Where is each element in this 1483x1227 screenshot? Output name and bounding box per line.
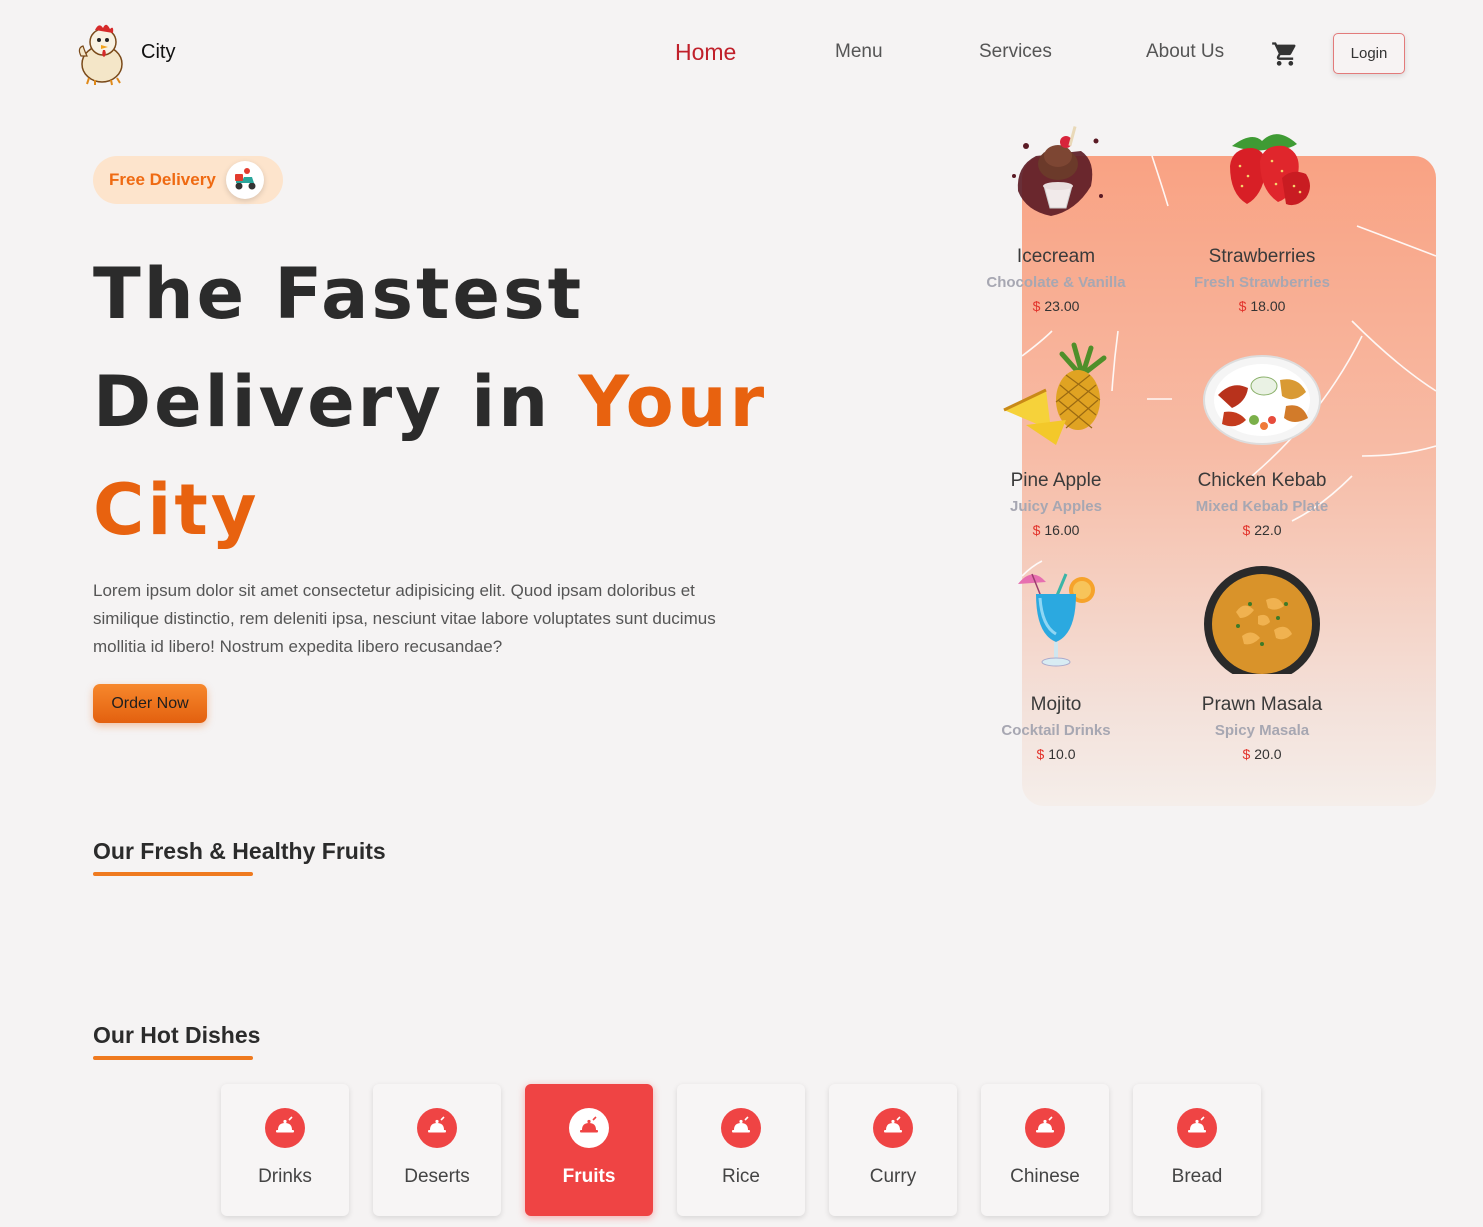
dish-icon [569,1108,609,1148]
currency-symbol: $ [1238,298,1247,314]
category-label: Drinks [258,1166,312,1187]
category-rice[interactable]: Rice [677,1084,805,1216]
delivery-scooter-icon [226,161,264,199]
hot-dishes-section-title: Our Hot Dishes [93,1022,261,1048]
category-fruits[interactable]: Fruits [525,1084,653,1216]
nav-menu[interactable]: Menu [835,41,883,63]
cocktail-icon [996,564,1116,674]
price-value: 20.0 [1254,746,1282,762]
category-label: Rice [721,1166,760,1187]
currency-symbol: $ [1032,522,1041,538]
dish-icon [1177,1108,1217,1148]
dish-icon [417,1108,457,1148]
currency-symbol: $ [1242,522,1251,538]
menu-card-name: Prawn Masala [1201,694,1323,715]
section-underline [93,872,253,876]
category-label: Bread [1171,1166,1223,1187]
price-value: 22.0 [1254,522,1282,538]
order-now-button[interactable]: Order Now [93,684,207,723]
menu-card-subtitle: Mixed Kebab Plate [1195,498,1329,515]
hero-title-accent-city: City [93,469,260,551]
menu-card-name: Pine Apple [1010,470,1102,491]
menu-card-subtitle: Chocolate & Vanilla [986,274,1126,291]
login-button[interactable]: Login [1333,33,1405,74]
menu-card-price: $22.0 [1162,522,1362,538]
menu-card-chicken-kebab[interactable]: Chicken Kebab Mixed Kebab Plate $22.0 [1162,340,1362,552]
menu-card-price: $10.0 [956,746,1156,762]
price-value: 16.00 [1044,522,1080,538]
menu-card-pine-apple[interactable]: Pine Apple Juicy Apples $16.00 [956,340,1156,552]
dish-icon [721,1108,761,1148]
fruits-section-title: Our Fresh & Healthy Fruits [93,838,386,864]
brand-name[interactable]: City [141,41,175,64]
cart-icon[interactable] [1271,40,1299,68]
menu-card-name: Chicken Kebab [1197,470,1327,491]
dish-icon [265,1108,305,1148]
pineapple-icon [996,340,1116,450]
category-curry[interactable]: Curry [829,1084,957,1216]
free-delivery-badge: Free Delivery [93,156,283,204]
category-label: Deserts [404,1166,470,1187]
menu-card-subtitle: Spicy Masala [1214,722,1310,739]
category-chinese[interactable]: Chinese [981,1084,1109,1216]
menu-card-name: Icecream [1016,246,1096,267]
strawberry-icon [1202,116,1322,226]
menu-card-price: $23.00 [956,298,1156,314]
currency-symbol: $ [1032,298,1041,314]
category-label: Chinese [1010,1166,1080,1187]
rooster-mascot-icon[interactable] [75,20,129,86]
menu-card-name: Mojito [1030,694,1082,715]
dish-icon [1025,1108,1065,1148]
currency-symbol: $ [1036,746,1045,762]
currency-symbol: $ [1242,746,1251,762]
menu-card-price: $20.0 [1162,746,1362,762]
category-drinks[interactable]: Drinks [221,1084,349,1216]
hero-title-accent-your: Your [578,361,768,443]
category-deserts[interactable]: Deserts [373,1084,501,1216]
hero-description: Lorem ipsum dolor sit amet consectetur a… [93,581,716,656]
menu-card-subtitle: Cocktail Drinks [1001,722,1111,739]
menu-card-name: Strawberries [1208,246,1316,267]
menu-card-icecream[interactable]: Icecream Chocolate & Vanilla $23.00 [956,116,1156,328]
menu-card-strawberries[interactable]: Strawberries Fresh Strawberries $18.00 [1162,116,1362,328]
price-value: 23.00 [1044,298,1080,314]
section-underline [93,1056,253,1060]
menu-card-subtitle: Juicy Apples [1010,498,1102,515]
nav-home[interactable]: Home [675,39,736,66]
site-header: City Home Menu Services About Us Login [0,0,1483,108]
kebab-plate-icon [1202,340,1322,450]
nav-services[interactable]: Services [979,41,1052,63]
price-value: 10.0 [1048,746,1076,762]
category-label: Curry [869,1166,917,1187]
menu-card-prawn-masala[interactable]: Prawn Masala Spicy Masala $20.0 [1162,564,1362,776]
hero-title: The Fastest Delivery in Your City [93,240,793,564]
menu-card-mojito[interactable]: Mojito Cocktail Drinks $10.0 [956,564,1156,776]
nav-about-us[interactable]: About Us [1146,41,1224,63]
free-delivery-label: Free Delivery [109,170,216,189]
price-value: 18.00 [1250,298,1286,314]
category-bread[interactable]: Bread [1133,1084,1261,1216]
menu-card-subtitle: Fresh Strawberries [1194,274,1330,291]
icecream-icon [996,116,1116,226]
menu-card-price: $16.00 [956,522,1156,538]
curry-bowl-icon [1202,564,1322,682]
hero-title-main: The Fastest Delivery in [93,253,585,443]
menu-card-price: $18.00 [1162,298,1362,314]
category-label: Fruits [562,1166,616,1187]
dish-icon [873,1108,913,1148]
